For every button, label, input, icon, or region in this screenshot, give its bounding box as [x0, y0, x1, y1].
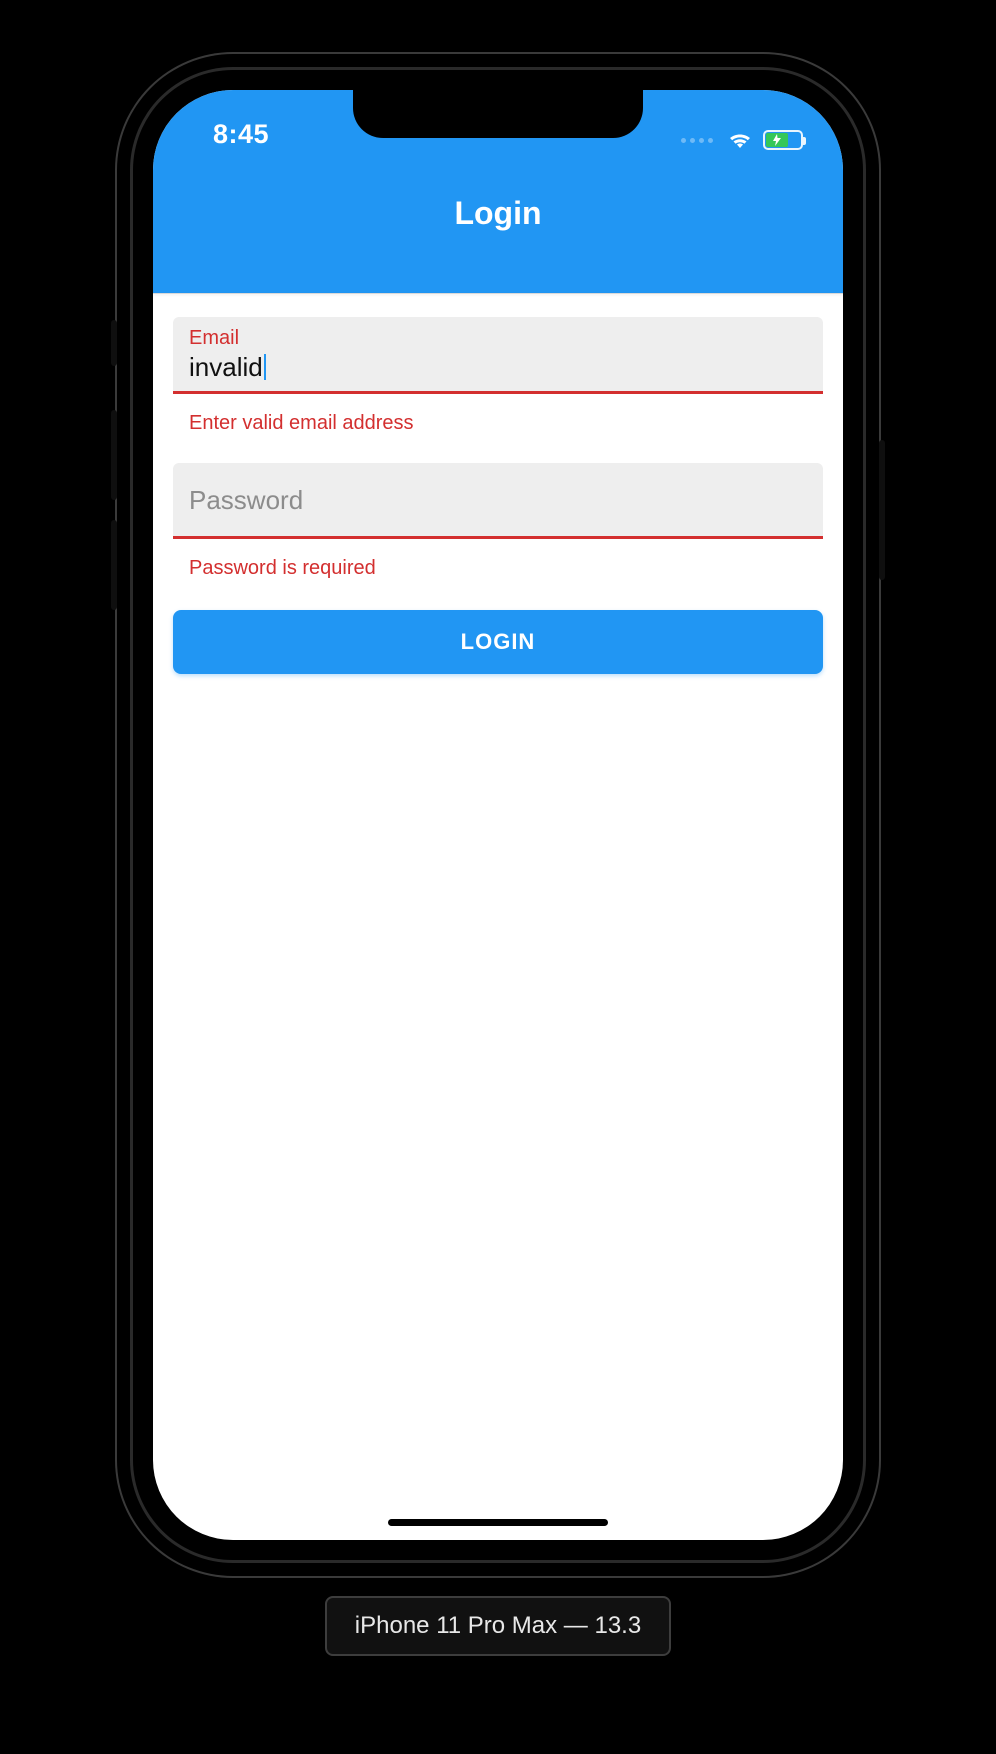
screen: 8:45 — [153, 90, 843, 1540]
device-frame: 8:45 — [133, 70, 863, 1560]
side-button-volume-down — [111, 520, 117, 610]
login-form: Email invalid Enter valid email address … — [153, 293, 843, 674]
wifi-icon — [727, 130, 753, 150]
password-field-container[interactable] — [173, 463, 823, 539]
side-button-volume-up — [111, 410, 117, 500]
password-field[interactable] — [189, 483, 807, 516]
email-field-container[interactable]: Email invalid — [173, 317, 823, 394]
email-field[interactable]: invalid — [189, 350, 807, 383]
battery-icon — [763, 130, 803, 150]
simulator-caption: iPhone 11 Pro Max — 13.3 — [325, 1596, 671, 1656]
status-time: 8:45 — [213, 119, 269, 150]
text-caret — [264, 354, 266, 380]
cellular-dots-icon — [681, 138, 713, 143]
side-button-power — [879, 440, 885, 580]
side-button-silence — [111, 320, 117, 366]
email-error: Enter valid email address — [173, 394, 823, 445]
login-button[interactable]: LOGIN — [173, 610, 823, 674]
status-icons — [681, 130, 803, 150]
notch — [353, 90, 643, 138]
home-indicator[interactable] — [388, 1519, 608, 1526]
charging-bolt-icon — [773, 134, 781, 146]
email-label: Email — [189, 327, 807, 350]
password-error: Password is required — [173, 539, 823, 590]
page-title: Login — [454, 195, 541, 231]
